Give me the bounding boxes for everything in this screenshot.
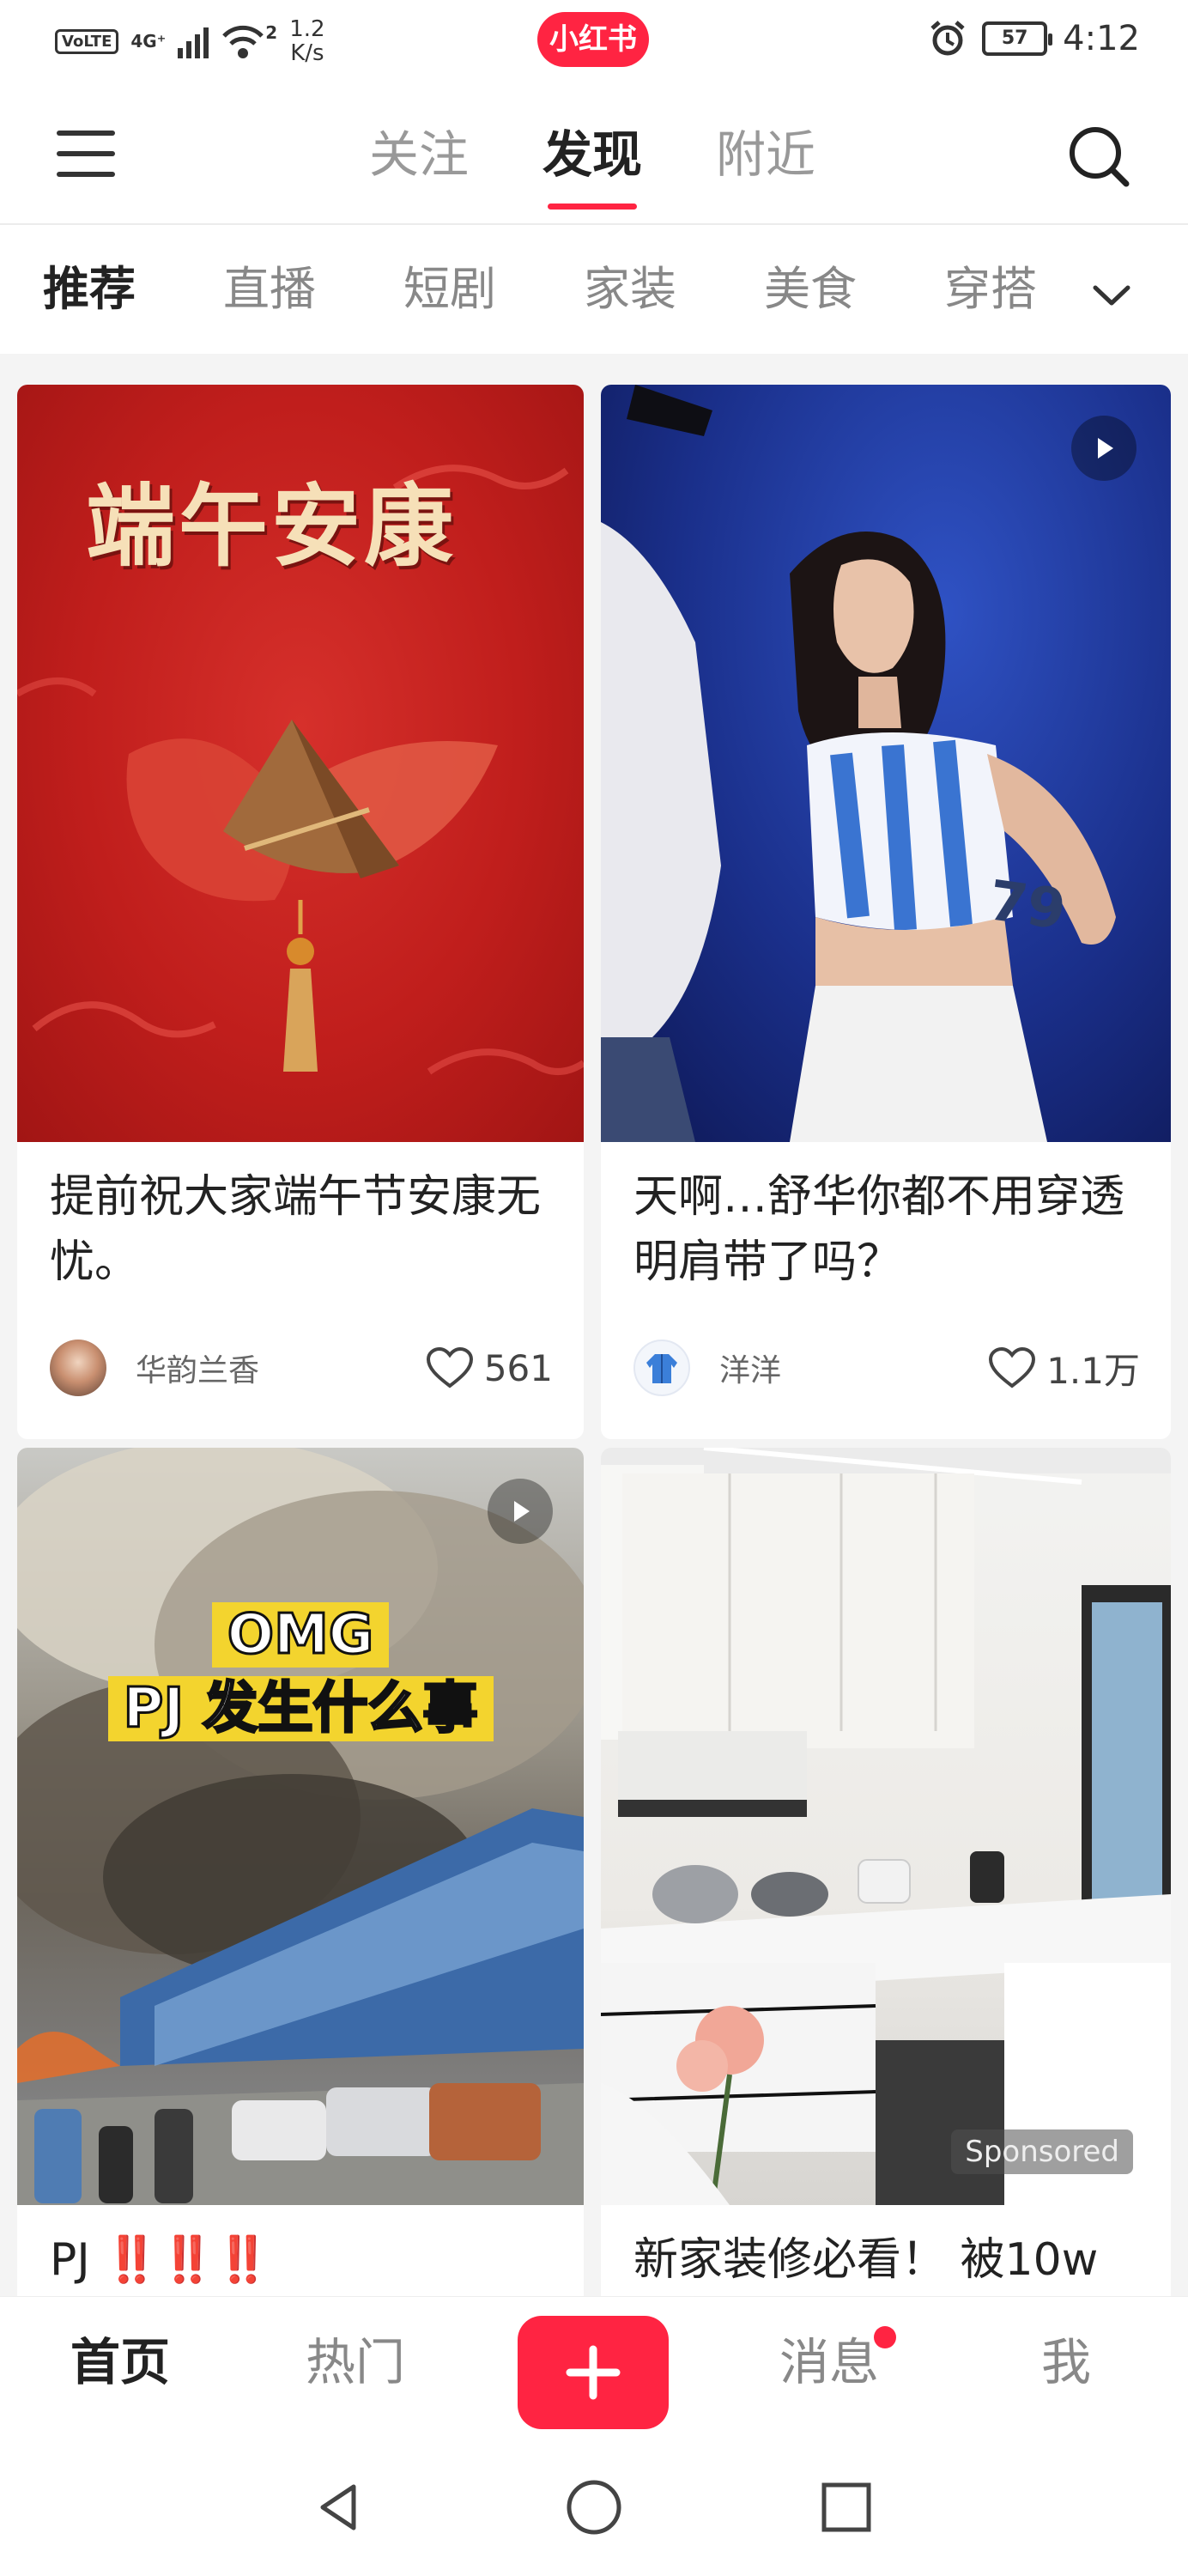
channel-recommend[interactable]: 推荐 — [43, 259, 223, 319]
channel-bar: 推荐 直播 短剧 家装 美食 穿搭 — [0, 225, 1188, 354]
battery-indicator: 57 — [982, 21, 1053, 56]
avatar[interactable] — [633, 1340, 690, 1396]
card-meta: 洋洋 1.1万 — [633, 1338, 1140, 1398]
card-meta: 华韵兰香 561 — [50, 1338, 553, 1398]
like-button[interactable]: 561 — [426, 1346, 553, 1389]
concert-photo — [601, 385, 1116, 1142]
top-navigation: 关注 发现 附近 — [0, 82, 1188, 225]
back-button[interactable] — [297, 2466, 379, 2549]
heart-icon — [989, 1346, 1036, 1388]
cover-title-text: 端午安康 — [86, 473, 458, 579]
card-title[interactable]: 新家装修必看！ 被10w — [633, 2227, 1145, 2293]
tab-me[interactable]: 我 — [1015, 2328, 1118, 2397]
wifi-level: 2 — [265, 22, 278, 43]
recents-square-icon — [821, 2482, 871, 2532]
video-indicator — [488, 1479, 553, 1544]
home-button[interactable] — [553, 2466, 635, 2549]
channel-expand-button[interactable] — [1073, 261, 1150, 330]
speed-value: 1.2 — [289, 16, 325, 42]
card-cover-image[interactable]: 端午安康 — [17, 385, 584, 1142]
sponsored-badge: Sponsored — [951, 2129, 1133, 2174]
cover-caption-line2: PJ 发生什么事 — [107, 1676, 494, 1742]
card-title[interactable]: 提前祝大家端午节安康无忧。 — [50, 1164, 558, 1295]
cover-caption: OMG PJ 发生什么事 — [17, 1602, 584, 1742]
cover-caption-line1: OMG — [211, 1602, 390, 1668]
like-count: 561 — [483, 1346, 553, 1389]
network-type: 4G⁺ — [130, 31, 167, 52]
play-icon — [1098, 438, 1113, 459]
clock: 4:12 — [1063, 19, 1140, 58]
card-cover-image[interactable]: Sponsored — [601, 1448, 1171, 2205]
channel-live[interactable]: 直播 — [223, 259, 403, 319]
bottom-tab-bar: 首页 热门 消息 我 — [0, 2296, 1188, 2442]
plus-icon — [566, 2345, 621, 2400]
jersey-number: 79 — [985, 869, 1070, 943]
chevron-down-icon — [1093, 285, 1130, 306]
status-right: 57 4:12 — [929, 19, 1140, 58]
tab-nearby[interactable]: 附近 — [716, 120, 815, 189]
signal-icon — [178, 24, 209, 58]
search-icon — [1070, 127, 1130, 187]
card-title-text: PJ — [50, 2234, 90, 2286]
feed-card[interactable]: 79 天啊…舒华你都不用穿透明肩带了吗？ 洋洋 1.1万 — [601, 385, 1171, 1439]
message-badge — [874, 2326, 896, 2348]
fire-scene-photo — [17, 1448, 584, 2205]
recents-button[interactable] — [805, 2466, 888, 2549]
system-navigation — [0, 2442, 1188, 2576]
network-speed: 1.2 K/s — [289, 17, 324, 65]
author-name[interactable]: 洋洋 — [719, 1346, 988, 1390]
like-button[interactable]: 1.1万 — [988, 1342, 1140, 1394]
channel-home-decor[interactable]: 家装 — [584, 259, 764, 319]
like-count: 1.1万 — [1046, 1349, 1140, 1392]
channel-list: 推荐 直播 短剧 家装 美食 穿搭 — [43, 259, 1124, 319]
video-indicator — [1071, 416, 1136, 481]
avatar[interactable] — [50, 1340, 106, 1396]
jacket-icon — [646, 1354, 677, 1383]
feed-card[interactable]: 端午安康 提前祝大家端午节安康无忧。 华韵兰香 561 — [17, 385, 584, 1439]
tab-home[interactable]: 首页 — [60, 2328, 180, 2397]
feed-tabs: 关注 发现 附近 — [369, 120, 815, 210]
channel-food[interactable]: 美食 — [764, 259, 944, 319]
card-cover-image[interactable]: OMG PJ 发生什么事 — [17, 1448, 584, 2205]
tab-discover[interactable]: 发现 — [542, 120, 642, 210]
feed-card[interactable]: OMG PJ 发生什么事 PJ ‼️‼️‼️ — [17, 1448, 584, 2296]
wifi-icon — [222, 25, 264, 58]
menu-button[interactable] — [57, 131, 118, 179]
alarm-icon — [930, 21, 965, 56]
channel-short-drama[interactable]: 短剧 — [403, 259, 584, 319]
feed-card[interactable]: Sponsored 新家装修必看！ 被10w — [601, 1448, 1171, 2296]
wifi-indicator: 2 — [221, 22, 277, 60]
search-button[interactable] — [1064, 122, 1133, 191]
kitchen-photo — [601, 1448, 1171, 2205]
speed-unit: K/s — [290, 40, 324, 66]
status-bar: VoLTE 4G⁺ 2 1.2 K/s 小红书 57 4:12 — [0, 0, 1188, 82]
volte-indicator: VoLTE — [55, 28, 119, 54]
card-cover-image[interactable]: 79 — [601, 385, 1171, 1142]
app-logo: 小红书 — [537, 12, 649, 67]
card-title[interactable]: 天啊…舒华你都不用穿透明肩带了吗？ — [633, 1164, 1145, 1295]
feed-grid: 端午安康 提前祝大家端午节安康无忧。 华韵兰香 561 79 天啊…舒华你都不用… — [0, 354, 1188, 2296]
author-name[interactable]: 华韵兰香 — [136, 1346, 426, 1390]
heart-icon — [426, 1346, 473, 1388]
play-icon — [514, 1501, 530, 1522]
status-left: VoLTE 4G⁺ 2 1.2 K/s — [55, 17, 325, 65]
card-title[interactable]: PJ ‼️‼️‼️ — [50, 2227, 558, 2293]
tab-hot[interactable]: 热门 — [295, 2328, 415, 2397]
tab-messages[interactable]: 消息 — [769, 2328, 889, 2397]
back-triangle-icon — [320, 2484, 356, 2530]
publish-button[interactable] — [518, 2316, 669, 2429]
tab-following[interactable]: 关注 — [369, 120, 469, 189]
home-circle-icon — [567, 2480, 621, 2535]
exclamation-marks: ‼️‼️‼️ — [104, 2234, 271, 2286]
